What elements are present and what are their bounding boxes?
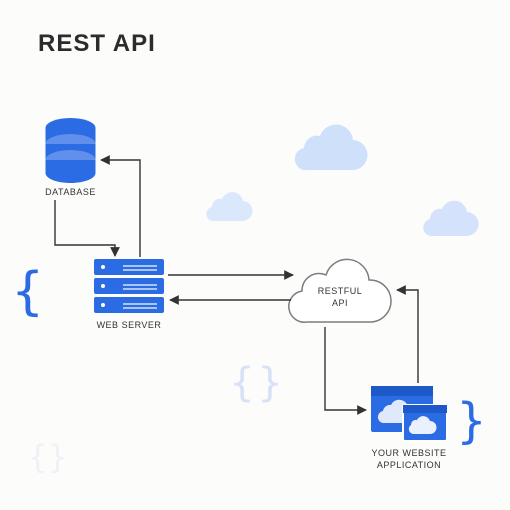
brace-decor-icon: }	[457, 393, 486, 449]
brace-decor-icon: }	[258, 360, 282, 406]
brace-decor-icon: }	[48, 438, 67, 476]
brace-decor-icon: {	[28, 438, 47, 476]
connector-arrows	[0, 0, 510, 510]
brace-decor-icon: {	[230, 360, 254, 406]
brace-decor-icon: {	[12, 262, 43, 322]
